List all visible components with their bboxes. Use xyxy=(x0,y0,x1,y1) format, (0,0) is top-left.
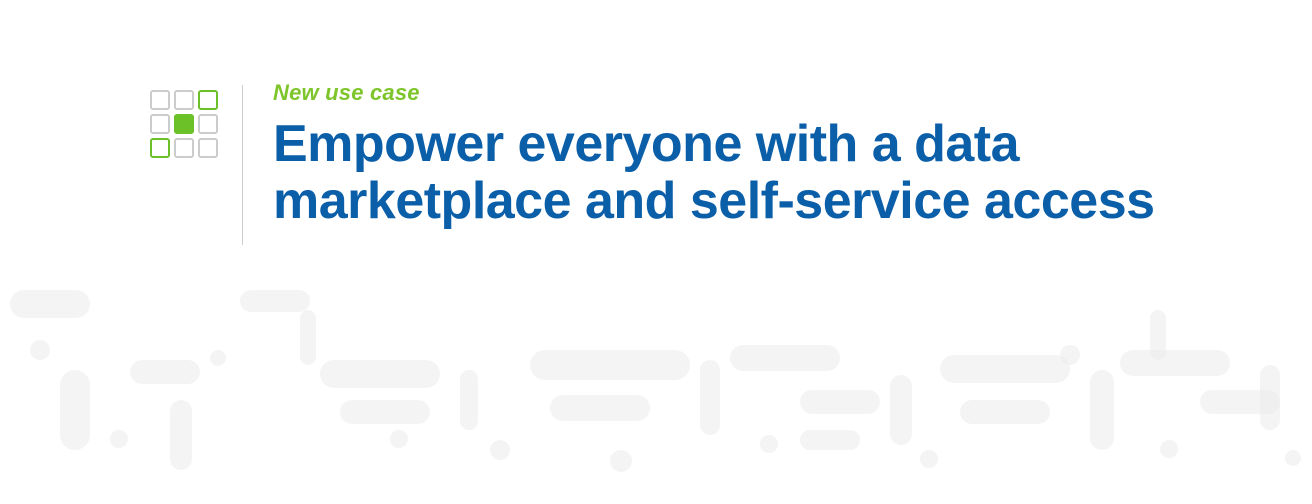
text-block: New use case Empower everyone with a dat… xyxy=(273,80,1155,230)
vertical-divider xyxy=(242,85,243,245)
main-title: Empower everyone with a data marketplace… xyxy=(273,116,1155,230)
subtitle-label: New use case xyxy=(273,80,1155,106)
icon-cell-green-filled xyxy=(174,114,194,134)
icon-row-1 xyxy=(150,90,218,110)
icon-cell xyxy=(150,114,170,134)
icon-cell xyxy=(174,90,194,110)
icon-row-3 xyxy=(150,138,218,158)
icon-cell-green xyxy=(198,90,218,110)
title-line-2: marketplace and self-service access xyxy=(273,172,1155,230)
icon-cell xyxy=(174,138,194,158)
grid-icon xyxy=(150,90,218,158)
icon-row-2 xyxy=(150,114,218,134)
icon-cell xyxy=(150,90,170,110)
title-line-1: Empower everyone with a data xyxy=(273,115,1019,173)
icon-cell xyxy=(198,114,218,134)
content-area: New use case Empower everyone with a dat… xyxy=(0,0,1312,504)
icon-cell-green xyxy=(150,138,170,158)
icon-cell xyxy=(198,138,218,158)
